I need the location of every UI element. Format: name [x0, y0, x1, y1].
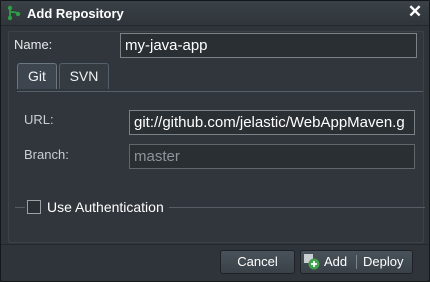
name-field[interactable]: my-java-app: [120, 33, 417, 58]
dialog-titlebar[interactable]: Add Repository ✕: [1, 1, 429, 26]
use-authentication-checkbox[interactable]: [27, 200, 41, 214]
auth-divider-left: [15, 207, 25, 208]
add-repository-dialog: Add Repository ✕ Name: my-java-app Git S…: [0, 0, 430, 282]
auth-divider-right: [169, 207, 425, 208]
git-tab-content: URL: git://github.com/jelastic/WebAppMav…: [17, 91, 423, 237]
name-label: Name:: [14, 37, 53, 52]
deploy-button-label[interactable]: Deploy: [363, 251, 403, 273]
add-button-label[interactable]: Add: [324, 251, 347, 273]
footer-separator: [1, 244, 429, 245]
branch-field[interactable]: master: [129, 144, 415, 169]
url-field[interactable]: git://github.com/jelastic/WebAppMaven.g: [129, 110, 415, 135]
dialog-title: Add Repository: [27, 6, 124, 21]
tab-svn[interactable]: SVN: [59, 63, 109, 89]
button-separator: [356, 255, 357, 269]
cancel-button[interactable]: Cancel: [220, 250, 295, 274]
use-authentication-label[interactable]: Use Authentication: [47, 199, 164, 215]
git-branch-icon: [7, 5, 21, 21]
tab-git[interactable]: Git: [17, 63, 57, 89]
branch-label: Branch:: [24, 147, 69, 162]
add-deploy-button[interactable]: Add Deploy: [300, 250, 413, 274]
close-icon[interactable]: ✕: [406, 3, 424, 21]
url-label: URL:: [24, 112, 54, 127]
add-icon: [304, 254, 320, 270]
